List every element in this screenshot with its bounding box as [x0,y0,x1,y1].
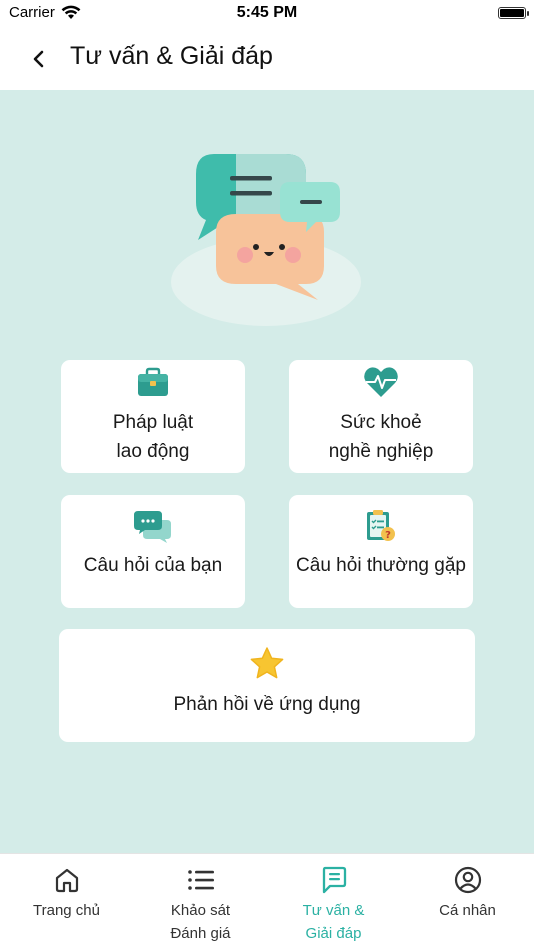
chevron-left-icon [33,50,44,68]
main-content: Pháp luật lao động Sức khoẻ nghề nghiệp … [0,90,534,853]
card-cau-hoi-cua-ban[interactable]: Câu hỏi của bạn [61,495,245,608]
card-cau-hoi-thuong-gap[interactable]: ? Câu hỏi thường gặp [289,495,473,608]
list-icon [187,870,214,890]
tab-khao-sat[interactable]: Khảo sát Đánh giá [134,854,267,951]
tab-bar: Trang chủ Khảo sát Đánh giá Tư vấn & Giả… [0,853,534,950]
card-phan-hoi[interactable]: Phản hồi về ứng dụng [59,629,475,742]
tab-label: Trang chủ [33,902,100,919]
card-suc-khoe[interactable]: Sức khoẻ nghề nghiệp [289,360,473,473]
message-icon [322,866,346,894]
tab-tu-van[interactable]: Tư vấn & Giải đáp [267,854,400,951]
briefcase-icon [138,367,168,396]
tab-ca-nhan[interactable]: Cá nhân [401,854,534,951]
card-label: Phản hồi về ứng dụng [173,694,361,715]
faq-clipboard-icon: ? [367,510,395,541]
tab-trang-chu[interactable]: Trang chủ [0,854,133,951]
heart-pulse-icon [364,367,398,397]
chat-illustration-icon [171,154,361,326]
user-circle-icon [454,866,481,894]
svg-text:?: ? [385,530,391,541]
home-icon [55,868,78,893]
chat-bubbles-icon [134,511,171,543]
card-phap-luat[interactable]: Pháp luật lao động [61,360,245,473]
status-time: 5:45 PM [236,4,298,21]
nav-bar: Tư vấn & Giải đáp [0,28,534,90]
tab-label: Cá nhân [439,902,496,919]
battery-icon [498,7,529,19]
status-bar: Carrier 5:45 PM [0,0,534,28]
card-label: Pháp luật lao động [112,412,194,462]
tab-label: Khảo sát Đánh giá [170,902,231,942]
tab-label: Tư vấn & Giải đáp [302,902,365,942]
star-icon [250,647,284,679]
card-label: Câu hỏi của bạn [83,555,223,576]
card-label: Câu hỏi thường gặp [296,555,466,576]
page-title: Tư vấn & Giải đáp [70,42,273,70]
back-button[interactable] [26,46,52,72]
card-label: Sức khoẻ nghề nghiệp [328,412,434,462]
